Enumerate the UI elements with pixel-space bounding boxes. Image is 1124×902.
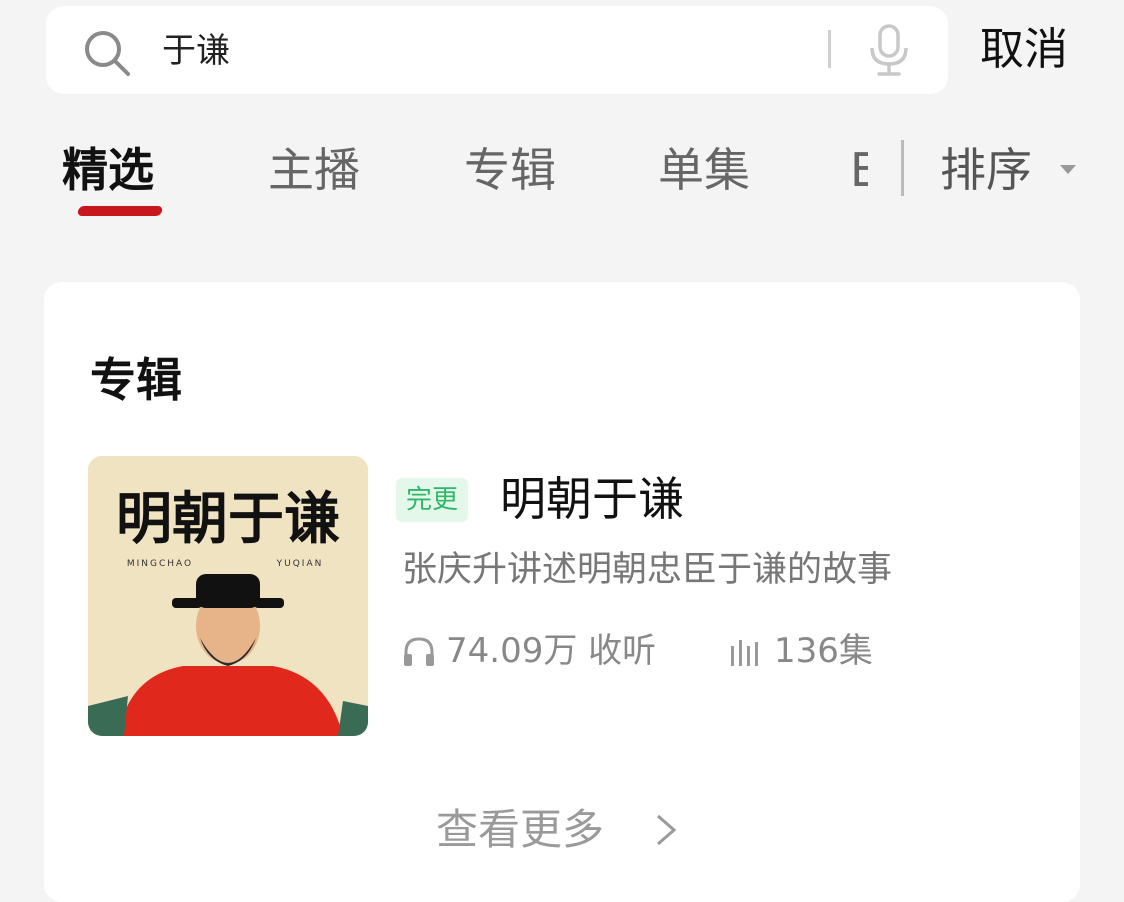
tab-hosts[interactable]: 主播 [268, 138, 360, 202]
cover-subtitle-right: YUQIAN [276, 559, 324, 569]
album-cover-art: 明朝于谦 MINGCHAO YUQIAN [88, 456, 368, 736]
status-badge: 完更 [396, 478, 469, 522]
cancel-button[interactable]: 取消 [980, 20, 1068, 80]
active-tab-indicator [76, 206, 164, 216]
play-count: 74.09万 收听 [446, 631, 657, 671]
album-description: 张庆升讲述明朝忠臣于谦的故事 [402, 550, 893, 590]
tab-albums[interactable]: 专辑 [464, 138, 556, 202]
episode-count: 136集 [774, 631, 873, 671]
microphone-icon[interactable] [866, 22, 912, 78]
tab-overflow[interactable]: E [850, 138, 868, 202]
tab-episodes[interactable]: 单集 [658, 138, 750, 202]
album-title[interactable]: 明朝于谦 [500, 468, 684, 530]
episodes-bars-icon [731, 640, 758, 666]
search-icon [85, 31, 130, 76]
headphones-icon [404, 637, 434, 666]
sort-button[interactable]: 排序 [940, 138, 1032, 202]
chevron-right-icon [657, 814, 677, 846]
search-divider [828, 30, 831, 68]
view-more-button[interactable]: 查看更多 [436, 800, 604, 860]
album-cover[interactable]: 明朝于谦 MINGCHAO YUQIAN [88, 456, 368, 736]
cover-subtitle-left: MINGCHAO [127, 559, 193, 569]
sort-dropdown-icon [1060, 165, 1076, 174]
cover-title: 明朝于谦 [116, 486, 340, 552]
search-input[interactable]: 于谦 [162, 28, 230, 74]
tab-separator [901, 140, 904, 196]
section-title: 专辑 [90, 353, 182, 407]
tab-featured[interactable]: 精选 [62, 138, 154, 202]
